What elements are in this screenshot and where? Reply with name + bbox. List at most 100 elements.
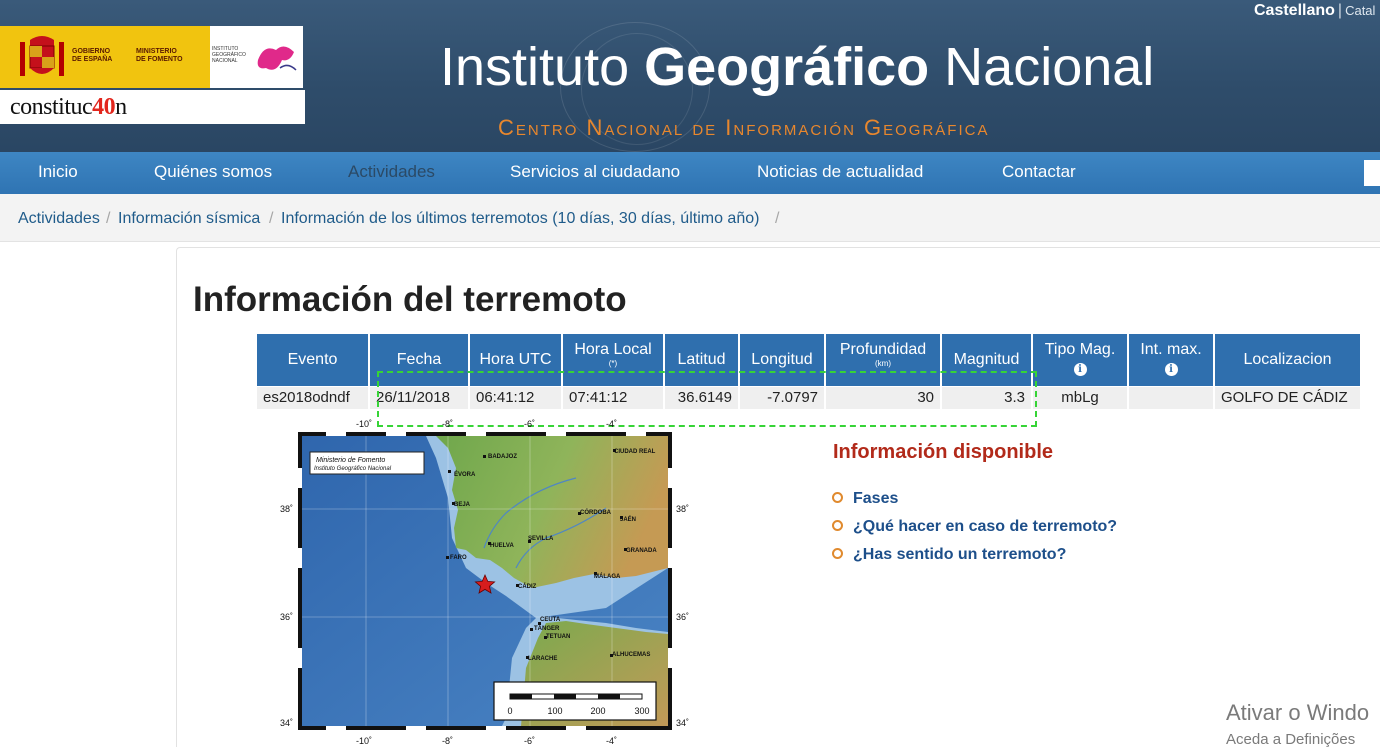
table-header-localizacion-label: Localizacion: [1243, 351, 1332, 368]
table-header-hora-local-label: Hora Local: [574, 341, 652, 358]
ministry-line-1: MINISTERIO: [136, 48, 177, 55]
city-tanger: TÁNGER: [534, 625, 560, 632]
coat-of-arms-icon: [20, 36, 64, 76]
table-header-hora-local-note: (*): [608, 359, 618, 368]
breadcrumb-separator: /: [269, 210, 274, 227]
ministry-line-2: DE FOMENTO: [136, 56, 183, 63]
nav-item-contactar[interactable]: Contactar: [1002, 162, 1076, 182]
table-header-evento-label: Evento: [287, 351, 338, 368]
breadcrumb-item-ultimos-terremotos[interactable]: Información de los últimos terremotos (1…: [281, 210, 759, 228]
government-logo[interactable]: GOBIERNO DE ESPAÑA MINISTERIO DE FOMENTO…: [0, 26, 303, 88]
city-evora: ÉVORA: [454, 470, 476, 478]
table-header-profundidad-label: Profundidad: [839, 341, 927, 358]
bullet-circle-icon: [832, 548, 843, 559]
scale-label-200: 200: [590, 706, 605, 716]
nav-item-inicio[interactable]: Inicio: [38, 162, 78, 182]
city-jaen: JAÉN: [620, 515, 636, 523]
cell-localizacion: GOLFO DE CÁDIZ: [1215, 387, 1360, 409]
language-catalan[interactable]: Catal: [1345, 3, 1375, 18]
ministry-name: MINISTERIO DE FOMENTO: [136, 48, 183, 64]
breadcrumb-separator: /: [106, 210, 111, 227]
constitution-logo-text: constituc40n: [10, 94, 127, 121]
city-badajoz: BADAJOZ: [488, 454, 517, 460]
lon-tick-top: -8˚: [442, 419, 453, 429]
main-navigation: Inicio Quiénes somos Actividades Servici…: [0, 152, 1380, 194]
table-header-localizacion: Localizacion: [1215, 334, 1360, 386]
tipo-mag-info-icon[interactable]: i: [1073, 363, 1087, 376]
lon-tick-bottom: -8˚: [442, 736, 453, 746]
city-malaga: MÁLAGA: [594, 573, 621, 580]
breadcrumb-item-informacion-sismica[interactable]: Información sísmica: [118, 210, 260, 228]
link-has-sentido[interactable]: ¿Has sentido un terremoto?: [832, 546, 1066, 564]
lon-tick-bottom: -10˚: [356, 736, 373, 746]
government-line-2: DE ESPAÑA: [72, 56, 113, 63]
table-header-profundidad-unit: (km): [875, 359, 891, 368]
city-beja: BEJA: [454, 502, 471, 508]
info-section-title: Información disponible: [833, 441, 1054, 463]
header-banner: GOBIERNO DE ESPAÑA MINISTERIO DE FOMENTO…: [0, 0, 1380, 152]
lon-tick-top: -10˚: [356, 419, 373, 429]
site-title-part-3: Nacional: [929, 37, 1155, 97]
lon-tick-top: -6˚: [524, 419, 535, 429]
lat-tick-right: 38˚: [676, 504, 690, 514]
scale-label-100: 100: [547, 706, 562, 716]
constitution-prefix: constituc: [10, 94, 93, 120]
city-alhucemas: ALHUCEMAS: [612, 652, 650, 658]
city-tetuan: TETUAN: [546, 634, 570, 640]
breadcrumb-item-actividades[interactable]: Actividades: [18, 210, 100, 228]
city-ceuta: CEUTA: [540, 617, 561, 623]
page-title: Información del terremoto: [193, 280, 627, 319]
city-cadiz: CÁDIZ: [518, 583, 537, 590]
lat-tick-right: 36˚: [676, 612, 690, 622]
city-granada: GRANADA: [626, 548, 657, 554]
table-header-tipo-mag: Tipo Mag. i: [1033, 334, 1127, 386]
nav-item-servicios[interactable]: Servicios al ciudadano: [510, 162, 680, 182]
table-header-int-max-label: Int. max.: [1140, 341, 1202, 358]
bullet-circle-icon: [832, 492, 843, 503]
int-max-info-icon[interactable]: i: [1164, 363, 1178, 376]
site-title-part-2: Geográfico: [644, 37, 930, 97]
cell-evento: es2018odndf: [257, 387, 368, 409]
lat-tick-left: 36˚: [280, 612, 294, 622]
site-subtitle: Centro Nacional de Información Geográfic…: [498, 115, 990, 140]
lon-tick-bottom: -6˚: [524, 736, 535, 746]
lon-tick-bottom: -4˚: [606, 736, 617, 746]
breadcrumb-separator: /: [775, 210, 780, 227]
link-fases[interactable]: Fases: [832, 490, 898, 508]
constitution-suffix: n: [115, 94, 127, 120]
windows-activation-subtext: Aceda a Definições: [1226, 731, 1356, 748]
cell-int-max: [1129, 387, 1213, 409]
link-has-sentido-label: ¿Has sentido un terremoto?: [853, 546, 1067, 563]
government-line-1: GOBIERNO: [72, 48, 111, 55]
language-selector: Castellano | Catal: [1254, 2, 1375, 20]
city-sevilla: SEVILLA: [528, 536, 554, 542]
windows-activation-watermark: Ativar o Windo: [1226, 700, 1370, 725]
language-castellano[interactable]: Castellano: [1254, 2, 1335, 19]
city-faro: FARO: [450, 555, 467, 561]
breadcrumb: Actividades / Información sísmica / Info…: [0, 194, 1380, 242]
language-separator: |: [1337, 2, 1343, 19]
epicenter-map[interactable]: Ministerio de Fomento Instituto Geográfi…: [276, 418, 696, 747]
city-larache: LARACHE: [528, 656, 557, 662]
table-header-int-max: Int. max. i: [1129, 334, 1213, 386]
site-title[interactable]: Instituto Geográfico Nacional: [440, 36, 1154, 98]
map-credit-line-2: Instituto Geográfico Nacional: [314, 466, 392, 472]
link-fases-label: Fases: [853, 490, 899, 507]
government-name: GOBIERNO DE ESPAÑA: [72, 48, 112, 64]
cnig-logo-icon: [257, 46, 297, 71]
nav-item-noticias[interactable]: Noticias de actualidad: [757, 162, 923, 182]
search-input[interactable]: [1364, 160, 1380, 186]
constitution-logo[interactable]: constituc40n: [0, 90, 305, 124]
nav-item-quienes-somos[interactable]: Quiénes somos: [154, 162, 272, 182]
constitution-40: 40: [92, 94, 116, 120]
lat-tick-left: 34˚: [280, 718, 294, 728]
nav-item-actividades[interactable]: Actividades: [348, 162, 435, 182]
link-que-hacer[interactable]: ¿Qué hacer en caso de terremoto?: [832, 518, 1117, 536]
site-title-part-1: Instituto: [440, 37, 645, 97]
link-que-hacer-label: ¿Qué hacer en caso de terremoto?: [853, 518, 1118, 535]
lon-tick-top: -4˚: [606, 419, 617, 429]
city-cordoba: CÓRDOBA: [580, 508, 612, 516]
epicenter-map-image: Ministerio de Fomento Instituto Geográfi…: [298, 432, 672, 730]
lat-tick-left: 38˚: [280, 504, 294, 514]
city-huelva: HUELVA: [490, 543, 514, 549]
